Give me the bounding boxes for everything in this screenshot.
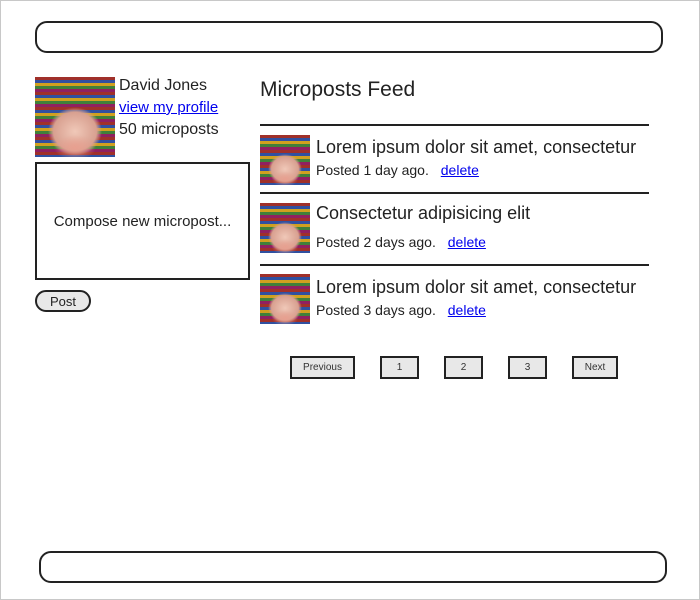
pagination-next-button[interactable]: Next: [572, 356, 618, 379]
pagination-previous-button[interactable]: Previous: [290, 356, 355, 379]
micropost-count: 50 microposts: [119, 121, 219, 138]
pagination-page-2[interactable]: 2: [444, 356, 483, 379]
feed-title: Microposts Feed: [260, 78, 416, 101]
item-timestamp: Posted 1 day ago.: [316, 162, 429, 178]
item-meta: Posted 1 day ago. delete: [316, 162, 479, 178]
item-avatar: [260, 135, 310, 185]
item-meta: Posted 3 days ago. delete: [316, 302, 486, 318]
divider: [260, 264, 649, 266]
compose-micropost-input[interactable]: Compose new micropost...: [35, 162, 250, 280]
item-text: Consectetur adipisicing elit: [316, 203, 531, 223]
divider: [260, 124, 649, 126]
delete-link[interactable]: delete: [448, 234, 486, 250]
item-text: Lorem ipsum dolor sit amet, consectetur: [316, 137, 637, 157]
item-avatar: [260, 203, 310, 253]
compose-placeholder: Compose new micropost...: [53, 212, 232, 230]
pagination-page-3[interactable]: 3: [508, 356, 547, 379]
footer-bar: [39, 551, 667, 583]
item-timestamp: Posted 2 days ago.: [316, 234, 436, 250]
post-button[interactable]: Post: [35, 290, 91, 312]
user-name: David Jones: [119, 77, 208, 94]
header-bar: [35, 21, 663, 53]
view-profile-link[interactable]: view my profile: [119, 99, 218, 116]
user-avatar: [35, 77, 115, 157]
item-meta: Posted 2 days ago. delete: [316, 234, 486, 250]
item-avatar: [260, 274, 310, 324]
delete-link[interactable]: delete: [448, 302, 486, 318]
item-timestamp: Posted 3 days ago.: [316, 302, 436, 318]
pagination-page-1[interactable]: 1: [380, 356, 419, 379]
delete-link[interactable]: delete: [441, 162, 479, 178]
item-text: Lorem ipsum dolor sit amet, consectetur: [316, 277, 637, 297]
divider: [260, 192, 649, 194]
